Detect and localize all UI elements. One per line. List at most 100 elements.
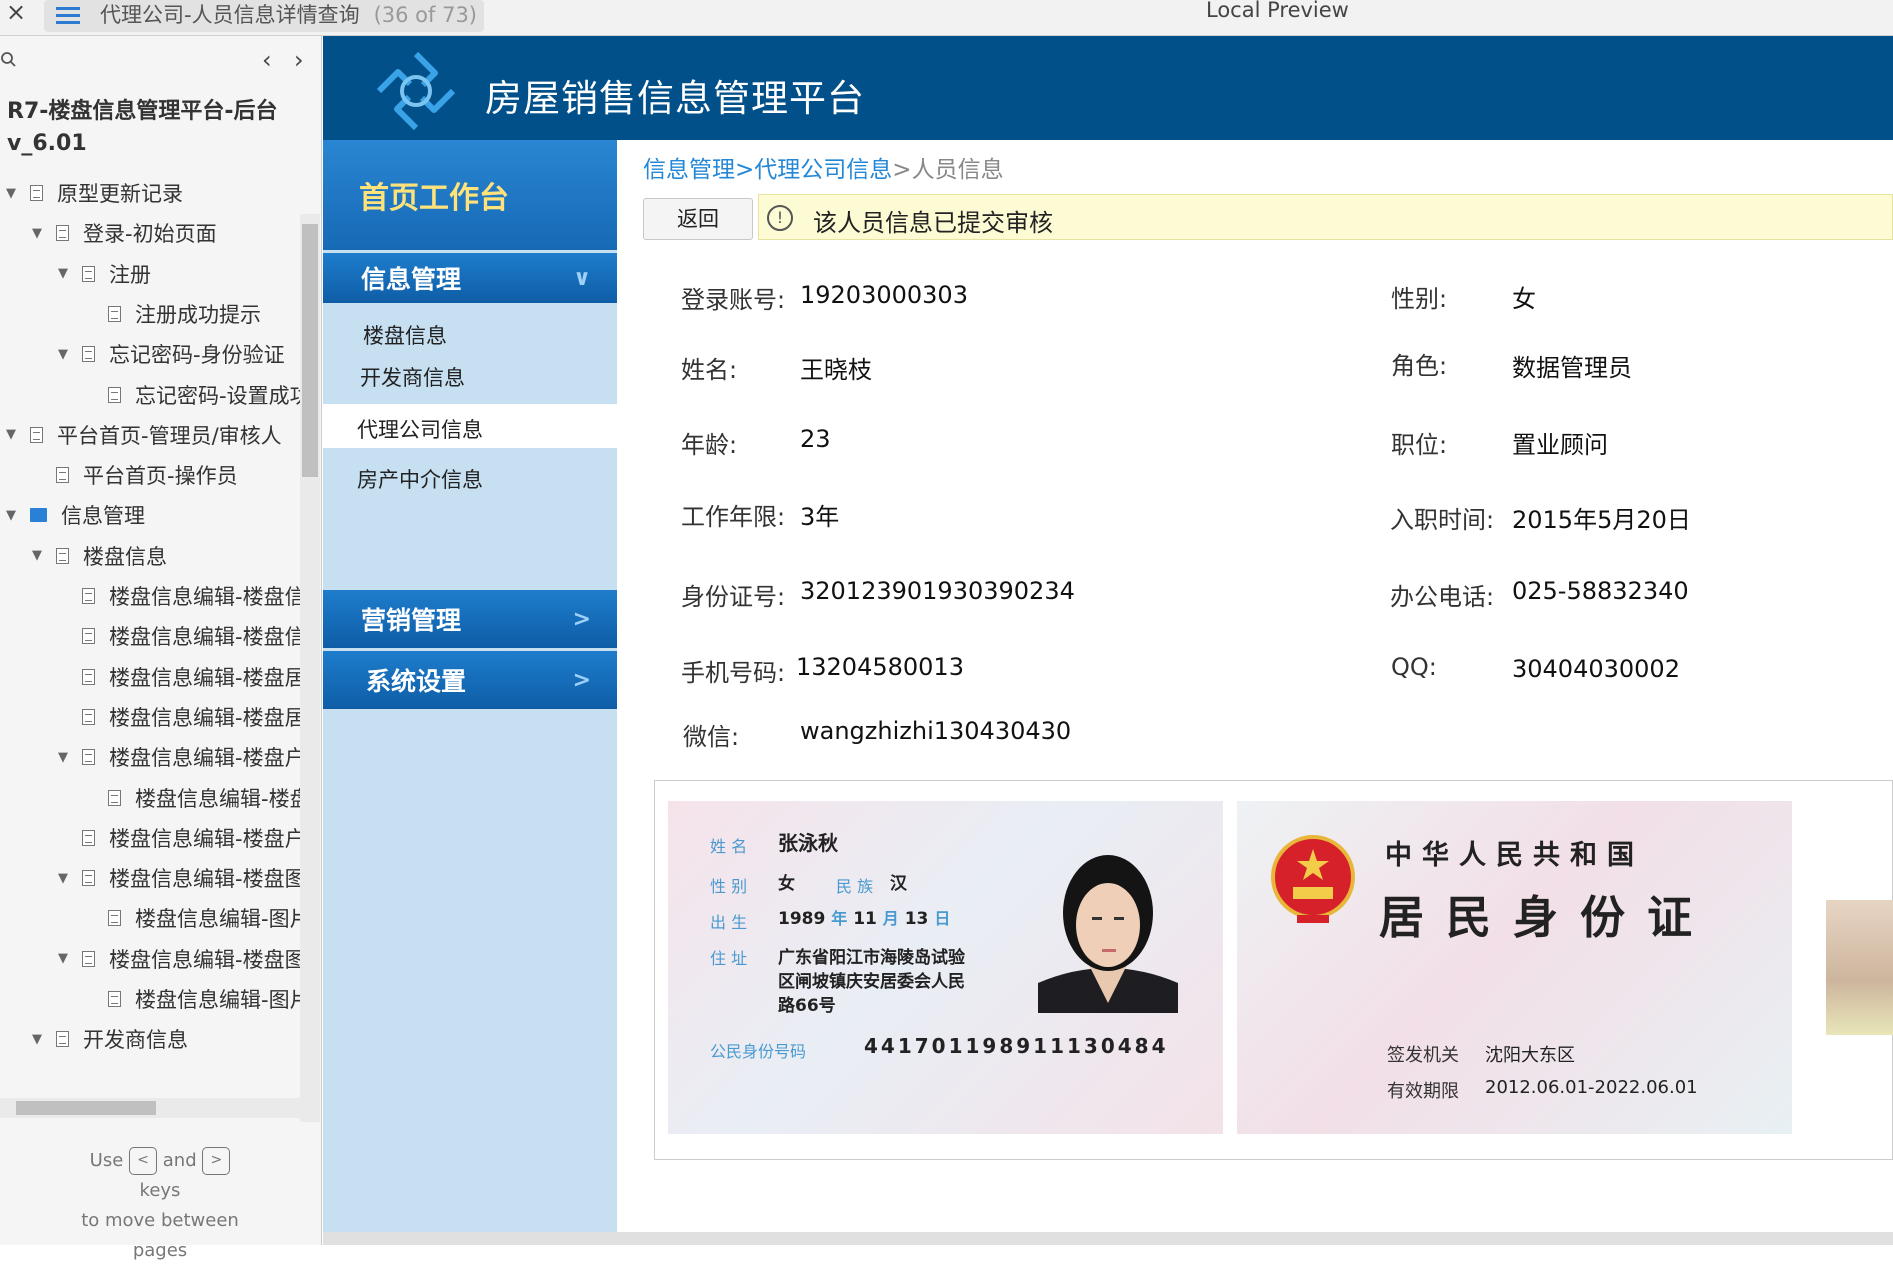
tree-item[interactable]: ▼ 忘记密码-身份验证 [58,335,285,373]
tree-item-label: 注册成功提示 [135,302,261,327]
tree-item[interactable]: ▼ 平台首页-管理员/审核人 [6,416,282,454]
nav-item-broker-info[interactable]: 房产中介信息 [357,464,483,494]
page-icon [82,668,95,685]
tree-item[interactable]: ▼ 楼盘信息编辑-楼盘图 [58,940,300,978]
tree-item[interactable]: 忘记密码-设置成功 [84,376,300,414]
tree-item[interactable]: ▼ 登录-初始页面 [32,214,217,252]
page-icon [82,829,95,846]
tree-item[interactable]: 楼盘信息编辑-楼盘居 [58,698,300,736]
tree-item[interactable]: 楼盘信息编辑-图片 [84,980,300,1018]
tree-item[interactable]: 注册成功提示 [84,295,261,333]
gender-value: 女 [1512,285,1536,313]
office-phone-label: 办公电话: [1390,583,1495,611]
prev-page-icon[interactable]: ‹ [262,46,272,74]
expand-arrow-icon[interactable]: ▼ [58,951,72,966]
nav-marketing[interactable]: 营销管理 > [323,590,617,648]
office-phone-value: 025-58832340 [1512,577,1689,605]
page-icon [82,265,95,282]
menu-icon[interactable] [56,4,80,24]
tree-item[interactable]: ▼ 楼盘信息编辑-楼盘户 [58,738,300,776]
key-prev-icon: < [129,1147,158,1175]
nav-item-building-info[interactable]: 楼盘信息 [363,320,447,350]
mobile-value: 13204580013 [796,653,964,681]
sitemap-tree: ▼ 原型更新记录 ▼ 登录-初始页面 ▼ 注册注册成功提示 ▼ 忘记密码-身份验证忘记密码-设… [0,174,300,1074]
page-icon [82,708,95,725]
page-icon [56,1031,69,1048]
age-label: 年龄: [681,431,738,459]
tree-item[interactable]: ▼ 开发商信息 [32,1020,188,1058]
expand-arrow-icon[interactable]: ▼ [32,226,46,241]
nav-info-management[interactable]: 信息管理 ∨ [323,253,617,303]
page-icon [82,588,95,604]
tree-item-label: 楼盘信息编辑-楼盘居 [109,705,300,730]
search-icon[interactable] [0,50,20,70]
nav-item-developer-info[interactable]: 开发商信息 [360,362,465,392]
portrait-photo [1038,855,1178,1013]
page-icon [82,628,95,645]
page-icon [56,467,69,484]
page-count: (36 of 73) [373,3,477,27]
page-icon [56,225,69,242]
breadcrumb-info-management[interactable]: 信息管理 [643,157,735,183]
id-validity-value: 2012.06.01-2022.06.01 [1485,1077,1698,1098]
expand-arrow-icon[interactable]: ▼ [6,186,20,201]
partial-photo [1826,900,1893,1035]
mobile-label: 手机号码: [681,659,786,687]
tree-item[interactable]: 楼盘信息编辑-楼盘信 [58,617,300,655]
tree-item[interactable]: ▼ 信息管理 [6,496,145,534]
tree-item[interactable]: 楼盘信息编辑-楼盘 [84,779,300,817]
tree-item[interactable]: ▼ 原型更新记录 [6,174,183,212]
expand-arrow-icon[interactable]: ▼ [6,508,20,523]
expand-arrow-icon[interactable]: ▼ [6,427,20,442]
tree-item[interactable]: 平台首页-操作员 [32,456,238,494]
id-validity-label: 有效期限 [1387,1081,1459,1102]
id-card-front: 姓 名 张泳秋 性 别 女 民 族 汉 出 生 1989 年 11 月 13 日… [668,801,1223,1134]
expand-arrow-icon[interactable]: ▼ [58,750,72,765]
tree-item[interactable]: 楼盘信息编辑-楼盘信 [58,577,300,615]
join-date-value: 2015年5月20日 [1512,506,1691,534]
tree-item[interactable]: 楼盘信息编辑-楼盘户 [58,819,300,857]
vertical-scrollbar[interactable] [300,214,320,1122]
breadcrumb-current: 人员信息 [911,157,1004,183]
horizontal-scrollbar[interactable] [0,1098,300,1118]
nav-item-agency-info[interactable]: 代理公司信息 [357,414,483,444]
tree-item-label: 楼盘信息编辑-图片 [135,988,300,1012]
page-icon [30,185,43,201]
content-horizontal-scrollbar[interactable] [323,1232,1893,1245]
scroll-thumb[interactable] [16,1101,156,1115]
tree-item[interactable]: 楼盘信息编辑-图片 [84,899,300,937]
tree-item-label: 楼盘信息编辑-楼盘图 [109,947,300,972]
page-icon [82,870,95,887]
tree-item-label: 平台首页-管理员/审核人 [57,423,282,448]
page-icon [108,386,121,403]
tree-item[interactable]: ▼ 楼盘信息编辑-楼盘图 [58,859,300,897]
page-icon [108,789,121,806]
nav-settings[interactable]: 系统设置 > [323,651,617,709]
tree-item-label: 忘记密码-身份验证 [109,343,285,368]
tree-item-label: 楼盘信息编辑-楼盘图 [109,867,300,892]
expand-arrow-icon[interactable]: ▼ [58,266,72,281]
next-page-icon[interactable]: › [294,46,304,74]
scroll-thumb[interactable] [302,224,318,477]
tree-item[interactable]: ▼ 注册 [58,255,151,293]
qq-value: 30404030002 [1512,655,1680,683]
page-title: 代理公司-人员信息详情查询 (36 of 73) [100,3,477,27]
id-card-title: 居民身份证 [1379,891,1715,944]
tree-item[interactable]: ▼ 楼盘信息 [32,537,167,575]
back-button[interactable]: 返回 [643,198,753,240]
expand-arrow-icon[interactable]: ▼ [58,347,72,362]
expand-arrow-icon[interactable]: ▼ [32,548,46,563]
page-icon [82,749,95,766]
id-ethnic-label: 民 族 [836,877,874,896]
page-icon [56,547,69,564]
expand-arrow-icon[interactable]: ▼ [58,871,72,886]
breadcrumb-agency-info[interactable]: 代理公司信息 [754,157,892,183]
tree-item[interactable]: 楼盘信息编辑-楼盘居 [58,658,300,696]
breadcrumb: 信息管理>代理公司信息>人员信息 [643,157,1004,183]
tree-item-label: 开发商信息 [83,1028,188,1053]
work-years-value: 3年 [800,503,840,531]
nav-home[interactable]: 首页工作台 [323,140,617,250]
expand-arrow-icon[interactable]: ▼ [32,1032,46,1047]
close-icon[interactable]: × [6,0,26,26]
id-name-value: 张泳秋 [778,831,838,855]
